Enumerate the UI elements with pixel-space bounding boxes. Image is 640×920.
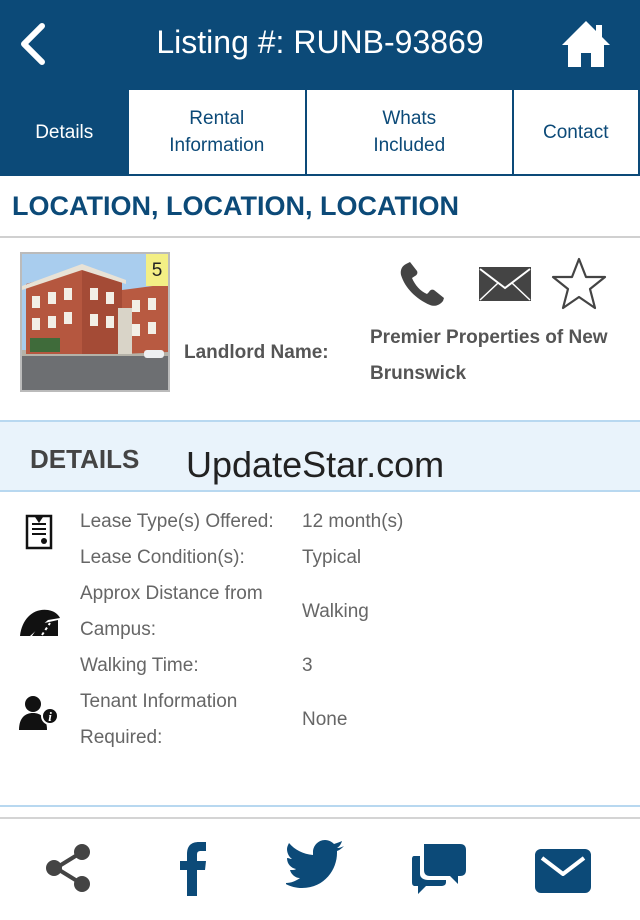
tab-whats-included[interactable]: Whats Included [306,88,513,176]
listing-headline: LOCATION, LOCATION, LOCATION [0,176,640,238]
tab-details[interactable]: Details [0,88,128,176]
email-icon[interactable] [534,848,592,894]
distance-road-icon [20,609,60,636]
tab-contact[interactable]: Contact [512,88,640,176]
detail-label-distance: Approx Distance from Campus: [80,583,263,640]
landlord-name: Premier Properties of New Brunswick [370,327,608,384]
tab-bar: Details Rental Information Whats Include… [0,88,640,176]
detail-value-tenant-info: None [302,709,348,730]
landlord-label: Landlord Name: [184,342,329,363]
detail-label-lease-type: Lease Type(s) Offered: [80,511,274,532]
share-icon[interactable] [44,840,92,896]
share-bar-divider [0,817,640,819]
svg-text:i: i [48,709,52,724]
back-button[interactable] [14,20,54,68]
mail-icon[interactable] [478,266,532,302]
page-title: Listing #: RUNB-93869 [156,24,484,60]
watermark-text: UpdateStar.com [186,444,445,485]
facebook-icon[interactable] [178,840,208,898]
tab-rental-information[interactable]: Rental Information [127,88,306,176]
detail-value-walking-time: 3 [302,655,313,676]
detail-value-lease-type: 12 month(s) [302,511,404,532]
chevron-left-icon[interactable] [14,20,54,68]
phone-icon[interactable] [398,260,450,308]
details-section-header: DETAILS UpdateStar.com [0,420,640,492]
top-header: Listing #: RUNB-93869 [0,0,640,88]
home-icon[interactable] [560,18,612,70]
photo-count-badge: 5 [146,254,168,286]
lease-document-icon [25,514,53,550]
detail-label-lease-condition: Lease Condition(s): [80,547,245,568]
twitter-icon[interactable] [286,840,346,892]
listing-photo[interactable]: 5 [20,252,170,392]
section-divider [0,805,640,807]
details-heading: DETAILS [30,444,140,474]
chat-icon[interactable] [410,840,468,896]
detail-value-lease-condition: Typical [302,547,362,568]
detail-value-distance: Walking [302,601,369,622]
detail-label-walking-time: Walking Time: [80,655,199,676]
favorite-star-icon[interactable] [550,256,608,312]
detail-label-tenant-info: Tenant Information Required: [80,691,238,748]
tenant-info-icon: i [19,696,59,730]
home-button[interactable] [560,18,612,70]
